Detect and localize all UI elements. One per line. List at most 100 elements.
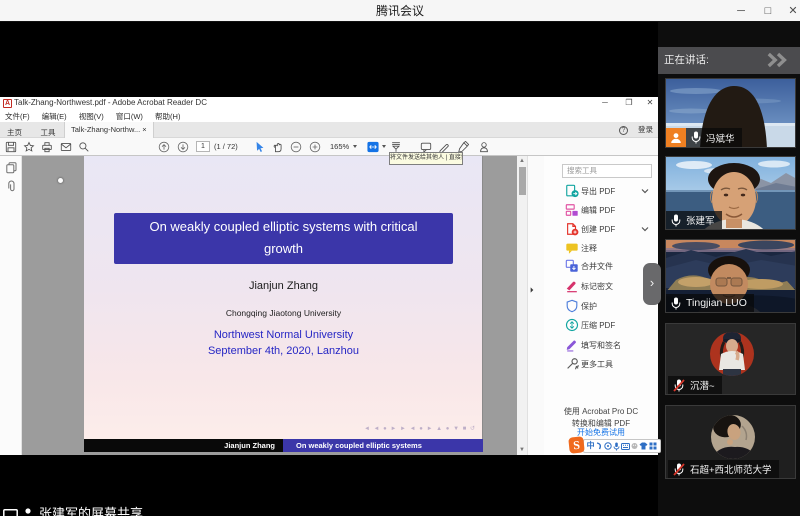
participant-tile-1[interactable]: 冯斌华 (665, 78, 796, 148)
beamer-nav-symbols: ◄ ◄ ● ► ► ◄ ● ► ▲ ● ▼ ■ ↺ (364, 425, 476, 432)
tab-close-icon[interactable]: × (142, 125, 146, 134)
chevron-down-icon[interactable] (641, 225, 649, 233)
select-tool-icon[interactable] (254, 141, 266, 153)
zoom-out-icon[interactable] (290, 141, 302, 153)
tool-protect[interactable]: 保护 (544, 298, 658, 315)
tool-combine-files[interactable]: 合并文件 (544, 258, 658, 275)
page-thumbnails-icon[interactable] (6, 162, 17, 174)
menu-window[interactable]: 窗口(W) (111, 111, 148, 122)
meeting-close-button[interactable]: ✕ (784, 0, 800, 22)
scroll-down-icon[interactable]: ▼ (517, 445, 527, 455)
email-icon[interactable] (60, 141, 72, 153)
zoom-in-icon[interactable] (309, 141, 321, 153)
acrobat-close-button[interactable]: ✕ (643, 97, 657, 109)
tool-create-pdf[interactable]: 创建 PDF (544, 221, 658, 238)
menu-help[interactable]: 帮助(H) (150, 111, 185, 122)
page-number-input[interactable]: 1 (196, 141, 210, 152)
attachments-icon[interactable] (6, 180, 17, 193)
presenter-icon (23, 508, 33, 516)
participant-name: Tingjian LUO (686, 297, 747, 309)
acrobat-window-title: Talk-Zhang-Northwest.pdf - Adobe Acrobat… (14, 98, 207, 107)
tool-compress-pdf[interactable]: 压缩 PDF (544, 317, 658, 334)
stamp-tool-icon[interactable] (478, 141, 490, 153)
toolbar-tooltip: 将文件发送给其他人 | 直接协作 (389, 152, 463, 165)
ime-chinese-mode-icon[interactable]: 中 (587, 440, 595, 452)
ime-skin-icon[interactable] (639, 442, 648, 450)
document-scrollbar[interactable]: ▲ ▼ (517, 156, 527, 455)
scroll-up-icon[interactable]: ▲ (517, 156, 527, 166)
panel-collapse-icon[interactable] (530, 286, 534, 294)
menu-edit[interactable]: 编辑(E) (37, 111, 72, 122)
tool-label: 合并文件 (581, 258, 613, 275)
panel-gutter (527, 156, 544, 455)
acrobat-restore-button[interactable]: ❐ (622, 97, 636, 109)
ime-keyboard-icon[interactable] (621, 443, 630, 450)
ime-punctuation-icon[interactable] (604, 442, 612, 450)
zoom-caret-icon[interactable] (353, 145, 357, 148)
sidebar-header: 正在讲话: (658, 47, 800, 74)
export-pdf-icon (565, 184, 579, 198)
signin-link[interactable]: 登录 (638, 125, 653, 134)
hand-tool-icon[interactable] (272, 141, 284, 153)
slide-affiliation: Chongqing Jiaotong University (84, 308, 483, 318)
share-banner-text: 张建军的屏幕共享 (39, 506, 143, 516)
acrobat-minimize-button[interactable]: ─ (598, 97, 612, 109)
participant-name: 石超+西北师范大学 (690, 462, 772, 476)
help-icon[interactable]: ? (619, 126, 628, 135)
collapse-chevrons-icon[interactable] (766, 52, 790, 68)
acrobat-document-area: On weakly coupled elliptic systems with … (0, 156, 658, 455)
participant-tile-4[interactable]: 沉潜~ (665, 323, 796, 395)
slide-author: Jianjun Zhang (84, 280, 483, 292)
participant-tile-3[interactable]: Tingjian LUO (665, 239, 796, 313)
ime-half-width-icon[interactable] (596, 442, 603, 450)
print-icon[interactable] (41, 141, 53, 153)
acrobat-tabrow: 主页 工具 Talk-Zhang-Northw... × ?登录 (0, 122, 658, 138)
participant-name-chip: 冯斌华 (686, 128, 742, 147)
ime-emoji-icon[interactable] (631, 442, 638, 450)
tool-label: 保护 (581, 298, 597, 315)
participant-name-chip: Tingjian LUO (666, 294, 754, 312)
ime-toolbar[interactable]: 中 (583, 439, 661, 453)
menu-view[interactable]: 视图(V) (74, 111, 109, 122)
tab-document[interactable]: Talk-Zhang-Northw... × (64, 122, 154, 138)
fit-caret-icon[interactable] (382, 145, 386, 148)
previous-page-icon[interactable] (158, 141, 170, 153)
save-icon[interactable] (5, 141, 17, 153)
promo-trial-link[interactable]: 开始免费试用 (544, 427, 658, 438)
tool-comment[interactable]: 注释 (544, 240, 658, 257)
meeting-maximize-button[interactable]: □ (759, 0, 777, 22)
chevron-down-icon[interactable] (641, 187, 649, 195)
tool-redact[interactable]: 标记密文 (544, 278, 658, 295)
ime-sogou-logo[interactable]: S (568, 436, 585, 453)
tool-export-pdf[interactable]: 导出 PDF (544, 183, 658, 200)
participant-tile-2[interactable]: 张建军 (665, 156, 796, 230)
participant-tile-5[interactable]: 石超+西北师范大学 (665, 405, 796, 479)
ime-voice-icon[interactable] (613, 442, 620, 451)
search-icon[interactable] (78, 141, 90, 153)
mic-muted-icon (673, 463, 685, 476)
meeting-minimize-button[interactable]: ─ (732, 0, 750, 22)
zoom-level-value[interactable]: 165% (330, 140, 349, 154)
fill-sign-tool-icon (565, 338, 579, 352)
scrollbar-thumb[interactable] (519, 167, 526, 195)
slide-title-line1: On weakly coupled elliptic systems with … (114, 216, 453, 238)
comment-tool-icon (565, 241, 579, 255)
tool-label: 标记密文 (581, 278, 613, 295)
next-page-icon[interactable] (177, 141, 189, 153)
slide-venue-line1: Northwest Normal University (84, 329, 483, 341)
star-favorites-icon[interactable] (23, 141, 35, 153)
acrobat-window: A Talk-Zhang-Northwest.pdf - Adobe Acrob… (0, 97, 658, 455)
tab-document-label: Talk-Zhang-Northw... (71, 125, 140, 134)
mic-on-icon (691, 131, 701, 144)
tool-edit-pdf[interactable]: 编辑 PDF (544, 202, 658, 219)
sidebar-collapse-handle[interactable]: › (643, 263, 661, 305)
slide-footer-title: On weakly coupled elliptic systems (283, 439, 483, 452)
participant-name: 沉潜~ (690, 378, 715, 392)
tool-fill-sign[interactable]: 填写和签名 (544, 337, 658, 354)
fit-width-icon[interactable] (367, 141, 379, 153)
ime-toolbox-icon[interactable] (649, 442, 657, 450)
create-pdf-icon (565, 222, 579, 236)
tool-more-tools[interactable]: 更多工具 (544, 356, 658, 373)
menu-file[interactable]: 文件(F) (0, 111, 35, 122)
tools-search-input[interactable]: 搜索工具 (562, 164, 652, 178)
